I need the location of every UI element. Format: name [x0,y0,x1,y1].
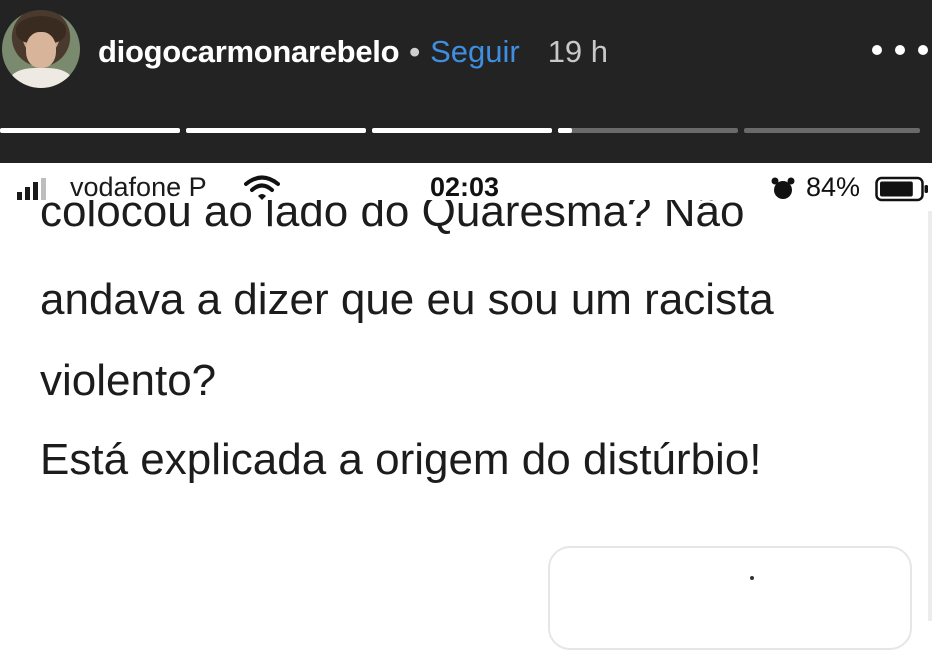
progress-segment-current [558,128,738,133]
tweet-line: Está explicada a origem do distúrbio! [40,435,762,484]
carrier-name: vodafone P [70,172,207,202]
battery-icon [875,176,928,202]
tweet-line: andava a dizer que eu sou um racista [40,275,774,324]
alarm-icon [771,177,795,199]
tweet-partial-line: colocou ao lado do Quaresma? Não [40,200,745,236]
follow-button[interactable]: Seguir [430,34,520,70]
card-dot [750,576,754,580]
progress-segment [0,128,180,133]
right-edge-shadow [928,211,932,621]
more-options-icon[interactable] [872,40,928,60]
story-progress-bar [0,128,932,134]
username[interactable]: diogocarmonarebelo [98,34,400,70]
status-clock: 02:03 [430,172,500,202]
wifi-icon [244,175,280,200]
story-meta: diogocarmonarebelo • Seguir 19 h [98,26,608,78]
progress-segment [186,128,366,133]
avatar-face [26,32,56,68]
post-time: 19 h [547,34,609,69]
tweet-line: violento? [40,356,217,405]
signal-bars-icon [17,178,46,200]
progress-segment [744,128,920,133]
separator-dot: • [409,34,421,69]
avatar[interactable] [2,10,80,88]
progress-segment [372,128,552,133]
tweet-partial-line-clip: colocou ao lado do Quaresma? Não [40,200,920,244]
reply-card[interactable] [548,546,912,650]
battery-percentage: 84% [806,172,861,202]
avatar-shirt [10,68,72,88]
story-header [0,0,932,163]
